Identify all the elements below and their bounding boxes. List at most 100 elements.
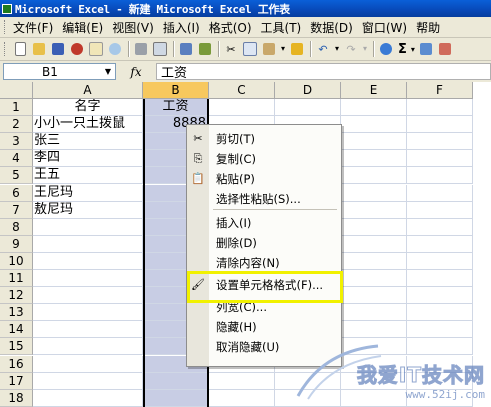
cut-icon[interactable]: ✂ <box>222 40 240 58</box>
name-box[interactable]: B1 ▼ <box>3 63 116 80</box>
row-header-8[interactable]: 8 <box>0 219 33 236</box>
title-bar[interactable]: Microsoft Excel - 新建 Microsoft Excel 工作表 <box>0 0 491 17</box>
context-menu-item-3[interactable]: 📋 粘贴(P) <box>187 169 341 188</box>
cell-e10[interactable] <box>341 253 407 270</box>
context-menu-item-4[interactable]: 选择性粘贴(S)... <box>187 189 341 208</box>
paste-dropdown-icon[interactable]: ▾ <box>279 40 287 58</box>
search-icon[interactable] <box>106 40 124 58</box>
sort-ascending-icon[interactable] <box>417 40 435 58</box>
cell-f6[interactable] <box>407 185 473 202</box>
hyperlink-icon[interactable] <box>377 40 395 58</box>
print-icon[interactable] <box>132 40 150 58</box>
cell-f10[interactable] <box>407 253 473 270</box>
cell-f2[interactable] <box>407 116 473 133</box>
cell-f9[interactable] <box>407 236 473 253</box>
select-all-corner[interactable] <box>0 82 33 99</box>
cell-b1[interactable]: 工资 <box>143 99 209 116</box>
cell-a4[interactable]: 李四 <box>33 150 143 167</box>
cell-f4[interactable] <box>407 150 473 167</box>
redo-icon[interactable]: ↷ <box>342 40 360 58</box>
format-painter-icon[interactable] <box>288 40 306 58</box>
menu-view[interactable]: 视图(V) <box>112 19 163 36</box>
context-menu-item-5[interactable]: 插入(I) <box>187 213 341 232</box>
cell-a3[interactable]: 张三 <box>33 133 143 150</box>
row-header-1[interactable]: 1 <box>0 99 33 116</box>
menu-window[interactable]: 窗口(W) <box>362 19 416 36</box>
autosum-button[interactable]: Σ <box>396 42 409 57</box>
research-icon[interactable] <box>196 40 214 58</box>
cell-e11[interactable] <box>341 270 407 287</box>
menu-tools[interactable]: 工具(T) <box>261 19 311 36</box>
cell-a16[interactable] <box>33 356 143 373</box>
cell-a10[interactable] <box>33 253 143 270</box>
new-icon[interactable] <box>11 40 29 58</box>
cell-a2[interactable]: 小小一只土拨鼠 <box>33 116 143 133</box>
row-header-12[interactable]: 12 <box>0 287 33 304</box>
redo-dropdown-icon[interactable]: ▾ <box>361 40 369 58</box>
context-menu-item-7[interactable]: 清除内容(N) <box>187 253 341 272</box>
context-menu-item-6[interactable]: 删除(D) <box>187 233 341 252</box>
cell-e6[interactable] <box>341 185 407 202</box>
cell-a7[interactable]: 敖尼玛 <box>33 202 143 219</box>
copy-icon[interactable] <box>241 40 259 58</box>
sort-descending-icon[interactable] <box>436 40 454 58</box>
menu-format[interactable]: 格式(O) <box>209 19 261 36</box>
row-header-13[interactable]: 13 <box>0 304 33 321</box>
cell-e14[interactable] <box>341 321 407 338</box>
row-header-10[interactable]: 10 <box>0 253 33 270</box>
undo-icon[interactable]: ↶ <box>314 40 332 58</box>
cell-f15[interactable] <box>407 338 473 355</box>
row-header-18[interactable]: 18 <box>0 390 33 407</box>
email-icon[interactable] <box>87 40 105 58</box>
menubar-grip[interactable] <box>4 20 8 34</box>
cell-e12[interactable] <box>341 287 407 304</box>
column-header-e[interactable]: E <box>341 82 407 99</box>
formula-input[interactable]: 工资 <box>156 63 491 81</box>
menu-insert[interactable]: 插入(I) <box>163 19 209 36</box>
column-header-c[interactable]: C <box>209 82 275 99</box>
cell-e8[interactable] <box>341 219 407 236</box>
cell-c18[interactable] <box>209 390 275 407</box>
save-icon[interactable] <box>49 40 67 58</box>
cell-a13[interactable] <box>33 304 143 321</box>
undo-dropdown-icon[interactable]: ▾ <box>333 40 341 58</box>
row-header-2[interactable]: 2 <box>0 116 33 133</box>
cell-e1[interactable] <box>341 99 407 116</box>
column-header-b[interactable]: B <box>143 82 209 99</box>
cell-a9[interactable] <box>33 236 143 253</box>
row-header-7[interactable]: 7 <box>0 202 33 219</box>
cell-a5[interactable]: 王五 <box>33 167 143 184</box>
name-box-dropdown-icon[interactable]: ▼ <box>101 64 115 79</box>
menu-help[interactable]: 帮助 <box>416 19 440 36</box>
column-header-a[interactable]: A <box>33 82 143 99</box>
cell-f14[interactable] <box>407 321 473 338</box>
permission-icon[interactable] <box>68 40 86 58</box>
cell-f1[interactable] <box>407 99 473 116</box>
cell-b17[interactable] <box>143 373 209 390</box>
cell-f8[interactable] <box>407 219 473 236</box>
cell-a8[interactable] <box>33 219 143 236</box>
open-icon[interactable] <box>30 40 48 58</box>
spelling-icon[interactable] <box>177 40 195 58</box>
context-menu-item-1[interactable]: ✂ 剪切(T) <box>187 129 341 148</box>
row-header-17[interactable]: 17 <box>0 373 33 390</box>
print-preview-icon[interactable] <box>151 40 169 58</box>
cell-a12[interactable] <box>33 287 143 304</box>
menu-edit[interactable]: 编辑(E) <box>62 19 112 36</box>
row-header-9[interactable]: 9 <box>0 236 33 253</box>
row-header-14[interactable]: 14 <box>0 321 33 338</box>
cell-b18[interactable] <box>143 390 209 407</box>
cell-a17[interactable] <box>33 373 143 390</box>
cell-a14[interactable] <box>33 321 143 338</box>
row-header-4[interactable]: 4 <box>0 150 33 167</box>
row-header-6[interactable]: 6 <box>0 185 33 202</box>
excel-app-icon[interactable] <box>2 3 12 14</box>
cell-f5[interactable] <box>407 167 473 184</box>
row-header-16[interactable]: 16 <box>0 356 33 373</box>
cell-f7[interactable] <box>407 202 473 219</box>
paste-icon[interactable] <box>260 40 278 58</box>
cell-a1[interactable]: 名字 <box>33 99 143 116</box>
cell-f13[interactable] <box>407 304 473 321</box>
cell-e9[interactable] <box>341 236 407 253</box>
column-header-d[interactable]: D <box>275 82 341 99</box>
